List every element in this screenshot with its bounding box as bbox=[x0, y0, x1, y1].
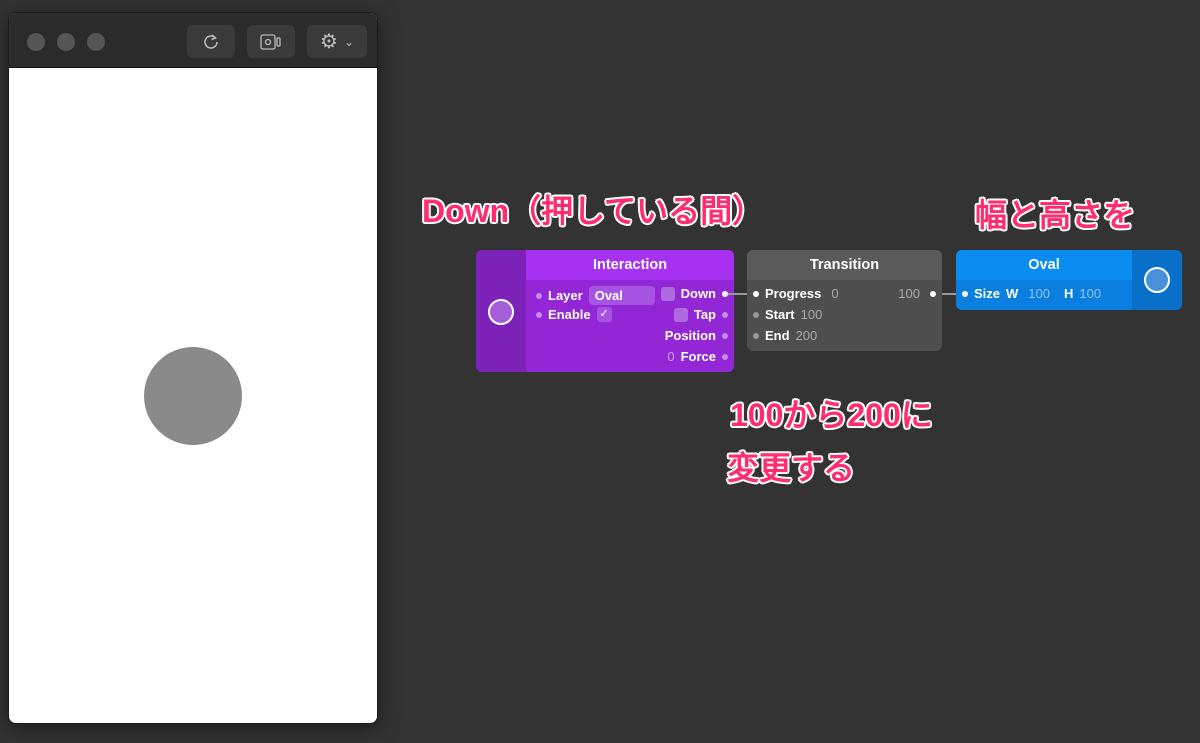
size-label: Size bbox=[974, 286, 1001, 301]
layer-input-port[interactable] bbox=[536, 292, 542, 299]
start-label: Start bbox=[765, 307, 795, 322]
height-label: H bbox=[1064, 286, 1074, 301]
progress-value[interactable]: 0 bbox=[831, 286, 838, 301]
oval-layer[interactable] bbox=[144, 347, 242, 445]
tap-indicator bbox=[673, 307, 688, 322]
force-output-port[interactable] bbox=[722, 353, 728, 360]
progress-input-port[interactable] bbox=[753, 290, 759, 297]
layer-label: Layer bbox=[548, 288, 583, 303]
transition-node[interactable]: Transition Progress 0 100 Start 100 End 200 bbox=[747, 250, 942, 351]
progress-label: Progress bbox=[765, 286, 822, 301]
force-label: Force bbox=[680, 349, 716, 364]
settings-menu-button[interactable]: ⚙ ⌄ bbox=[307, 25, 367, 58]
reload-button[interactable] bbox=[187, 25, 235, 58]
annotation-size: 幅と高さを bbox=[975, 197, 1136, 233]
tap-label: Tap bbox=[693, 307, 716, 322]
force-value: 0 bbox=[667, 349, 675, 364]
zoom-window-button[interactable] bbox=[87, 33, 105, 51]
record-button[interactable] bbox=[247, 25, 295, 58]
title-bar: ⚙ ⌄ bbox=[9, 13, 377, 68]
record-icon bbox=[260, 33, 281, 50]
size-input-port[interactable] bbox=[962, 290, 968, 297]
transition-output-value: 100 bbox=[898, 286, 920, 301]
layer-select[interactable]: Oval bbox=[588, 286, 655, 305]
preview-canvas[interactable] bbox=[9, 68, 377, 723]
circle-icon bbox=[488, 299, 514, 325]
minimize-window-button[interactable] bbox=[57, 33, 75, 51]
tap-output-port[interactable] bbox=[722, 311, 728, 318]
width-label: W bbox=[1006, 286, 1019, 301]
start-value[interactable]: 100 bbox=[801, 307, 823, 322]
end-value[interactable]: 200 bbox=[796, 328, 818, 343]
annotation-down: Down（押している間） bbox=[422, 193, 765, 229]
circle-icon bbox=[1144, 267, 1170, 293]
end-input-port[interactable] bbox=[753, 332, 759, 339]
gear-icon: ⚙ bbox=[320, 31, 338, 53]
end-label: End bbox=[765, 328, 790, 343]
enable-checkbox[interactable]: ✓ bbox=[596, 307, 612, 322]
width-value[interactable]: 100 bbox=[1028, 286, 1050, 301]
transition-title: Transition bbox=[747, 250, 942, 280]
annotation-range-2: 変更する bbox=[727, 450, 856, 486]
interaction-title: Interaction bbox=[526, 250, 734, 280]
transition-output-port[interactable] bbox=[930, 290, 936, 297]
oval-node[interactable]: Oval Size W 100 H 100 bbox=[956, 250, 1182, 310]
interaction-node[interactable]: Interaction Layer Oval Enable ✓ Down Tap… bbox=[476, 250, 734, 372]
start-input-port[interactable] bbox=[753, 311, 759, 318]
down-label: Down bbox=[680, 286, 716, 301]
interaction-icon-panel bbox=[476, 250, 526, 372]
prototype-window: ⚙ ⌄ bbox=[8, 12, 378, 724]
chevron-down-icon: ⌄ bbox=[343, 34, 354, 49]
position-output-port[interactable] bbox=[722, 332, 728, 339]
position-label: Position bbox=[664, 328, 716, 343]
close-window-button[interactable] bbox=[27, 33, 45, 51]
oval-icon-panel bbox=[1132, 250, 1182, 310]
height-value[interactable]: 100 bbox=[1079, 286, 1101, 301]
down-indicator bbox=[660, 286, 675, 301]
enable-label: Enable bbox=[548, 307, 591, 322]
enable-input-port[interactable] bbox=[536, 311, 542, 318]
annotation-range-1: 100から200に bbox=[730, 397, 933, 433]
reload-icon bbox=[204, 33, 218, 49]
oval-title: Oval bbox=[956, 250, 1132, 280]
